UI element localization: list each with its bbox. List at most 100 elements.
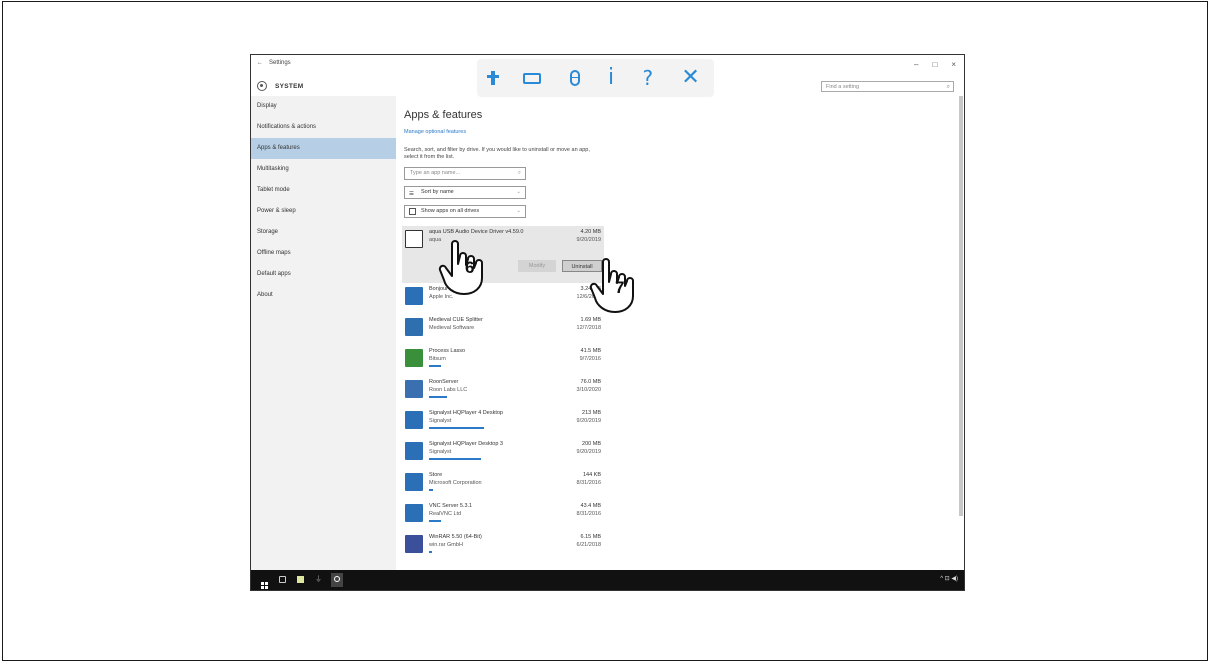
app-size-bar — [429, 489, 433, 491]
search-icon: ⌕ — [946, 84, 950, 90]
main-panel: Apps & features Manage optional features… — [396, 96, 964, 571]
scrollbar[interactable] — [959, 96, 963, 516]
window-title: Settings — [269, 60, 291, 66]
drive-icon — [409, 208, 416, 215]
app-date-text: 9/20/2019 — [576, 418, 601, 424]
app-icon — [405, 535, 423, 553]
sidebar-item-tablet-mode[interactable]: Tablet mode — [251, 180, 396, 201]
app-list-item[interactable]: aqua USB Audio Device Driver v4.59.0 aqua… — [402, 226, 604, 283]
step-7-number: 7 — [615, 278, 625, 297]
filter-drive-dropdown[interactable]: Show apps on all drives ⌄ — [404, 205, 526, 218]
chevron-down-icon: ⌄ — [516, 208, 521, 214]
app-search-input[interactable]: Type an app name... ⌕ — [404, 167, 526, 180]
app-date-text: 9/20/2019 — [576, 237, 601, 243]
settings-window: ← Settings SYSTEM – □ × Find a setting ⌕… — [250, 54, 965, 591]
minimize-button[interactable]: – — [914, 60, 918, 69]
sidebar-item-about[interactable]: About — [251, 285, 396, 306]
app-icon — [405, 349, 423, 367]
app-date-text: 6/21/2018 — [576, 542, 601, 548]
app-size-bar — [429, 551, 432, 553]
app-pub-text: Bitsum — [429, 356, 446, 362]
app-name-text: Process Lasso — [429, 348, 466, 354]
app-size-text: 200 MB — [582, 441, 601, 447]
hand-pointer-step-7: 7 — [589, 256, 641, 314]
app-list-item[interactable]: Signalyst HQPlayer 4 Desktop Signalyst 213… — [402, 407, 604, 438]
keyboard-icon[interactable] — [523, 72, 542, 84]
sidebar-item-notifications[interactable]: Notifications & actions — [251, 117, 396, 138]
usb-icon[interactable]: ⏚ — [315, 576, 322, 583]
app-date-text: 8/31/2016 — [576, 480, 601, 486]
manage-optional-features-link[interactable]: Manage optional features — [404, 129, 466, 135]
app-icon — [405, 411, 423, 429]
section-title: SYSTEM — [275, 82, 304, 90]
app-list-item[interactable]: Signalyst HQPlayer Desktop 3 Signalyst 200… — [402, 438, 604, 469]
app-name-text: Signalyst HQPlayer 4 Desktop — [429, 410, 503, 416]
app-list-item[interactable]: Store Microsoft Corporation 144 KB 8/31/201… — [402, 469, 604, 500]
close-icon[interactable]: ✕ — [681, 67, 699, 89]
app-list-item[interactable]: Medieval CUE Splitter Medieval Software 1.… — [402, 314, 604, 345]
start-icon[interactable] — [261, 576, 268, 589]
app-name-text: VNC Server 5.3.1 — [429, 503, 473, 509]
app-list-item[interactable]: RoonServer Roon Labs LLC 76.0 MB 3/10/2020 — [402, 376, 604, 407]
find-setting-input[interactable]: Find a setting ⌕ — [821, 81, 954, 92]
app-search-placeholder: Type an app name... — [410, 170, 461, 176]
app-name-text: Store — [429, 472, 443, 478]
system-tray[interactable]: ^ ⊡ ◀) — [940, 575, 958, 582]
app-list-item[interactable]: Process Lasso Bitsum 41.5 MB 9/7/2016 — [402, 345, 604, 376]
app-list: aqua USB Audio Device Driver v4.59.0 aqua… — [402, 226, 604, 562]
maximize-button[interactable]: □ — [932, 60, 937, 69]
back-row[interactable]: ← Settings — [257, 60, 291, 66]
app-size-bar — [429, 520, 441, 522]
app-icon — [405, 318, 423, 336]
sort-label: Sort by name — [421, 189, 454, 195]
app-pub-text: Microsoft Corporation — [429, 480, 482, 486]
app-list-item[interactable]: BonjourApple Inc.3.24 MB12/6/2016 — [402, 283, 604, 314]
info-icon[interactable]: i — [608, 67, 614, 89]
app-size-text: 6.15 MB — [580, 534, 601, 540]
sidebar: Display Notifications & actions Apps & f… — [251, 96, 396, 571]
app-date-text: 9/20/2019 — [576, 449, 601, 455]
title-bar: ← Settings SYSTEM – □ × Find a setting ⌕… — [251, 55, 964, 97]
window-controls: – □ × — [914, 60, 956, 69]
sidebar-item-display[interactable]: Display — [251, 96, 396, 117]
app-size-text: 41.5 MB — [580, 348, 601, 354]
app-size-text: 144 KB — [582, 472, 601, 478]
app-pub-text: Medieval Software — [429, 325, 475, 331]
help-icon[interactable]: ? — [642, 68, 653, 88]
app-name-text: WinRAR 5.50 (64-Bit) — [429, 534, 482, 540]
description-text: Search, sort, and filter by drive. If yo… — [404, 147, 590, 160]
app-name-text: Medieval CUE Splitter — [429, 317, 483, 323]
app-list-item[interactable]: WinRAR 5.50 (64-Bit) win.rar GmbH 6.15 MB 6… — [402, 531, 604, 562]
section-header: SYSTEM — [257, 81, 304, 91]
close-window-button[interactable]: × — [951, 60, 956, 69]
page-title: Apps & features — [404, 109, 483, 121]
app-pub-text: Roon Labs LLC — [429, 387, 468, 393]
app-icon — [405, 287, 423, 305]
app-icon — [405, 473, 423, 491]
file-explorer-icon[interactable] — [297, 576, 304, 583]
modify-button[interactable]: Modify — [518, 260, 556, 272]
sidebar-item-apps-features[interactable]: Apps & features — [251, 138, 396, 159]
app-date-text: 12/7/2018 — [576, 325, 601, 331]
sidebar-item-offline-maps[interactable]: Offline maps — [251, 243, 396, 264]
sidebar-item-default-apps[interactable]: Default apps — [251, 264, 396, 285]
sidebar-item-multitasking[interactable]: Multitasking — [251, 159, 396, 180]
app-pub-text: win.rar GmbH — [429, 542, 463, 548]
back-arrow-icon[interactable]: ← — [257, 60, 263, 66]
filter-label: Show apps on all drives — [421, 208, 480, 214]
find-setting-placeholder: Find a setting — [826, 84, 860, 90]
gear-icon — [257, 81, 267, 91]
settings-taskbar-button[interactable] — [331, 573, 343, 587]
hand-pointer-step-6: 6 — [438, 238, 490, 296]
app-list-item[interactable]: VNC Server 5.3.1 RealVNC Ltd 43.4 MB 8/31/2… — [402, 500, 604, 531]
step-6-number: 6 — [465, 258, 475, 277]
pin-icon[interactable] — [487, 71, 500, 85]
sidebar-item-power-sleep[interactable]: Power & sleep — [251, 201, 396, 222]
app-size-text: 4.20 MB — [580, 229, 601, 235]
sort-dropdown[interactable]: ☰ Sort by name ⌄ — [404, 186, 526, 199]
task-view-icon[interactable] — [279, 576, 286, 583]
sidebar-item-storage[interactable]: Storage — [251, 222, 396, 243]
app-icon — [405, 504, 423, 522]
mouse-icon[interactable] — [569, 70, 580, 86]
app-size-bar — [429, 365, 441, 367]
